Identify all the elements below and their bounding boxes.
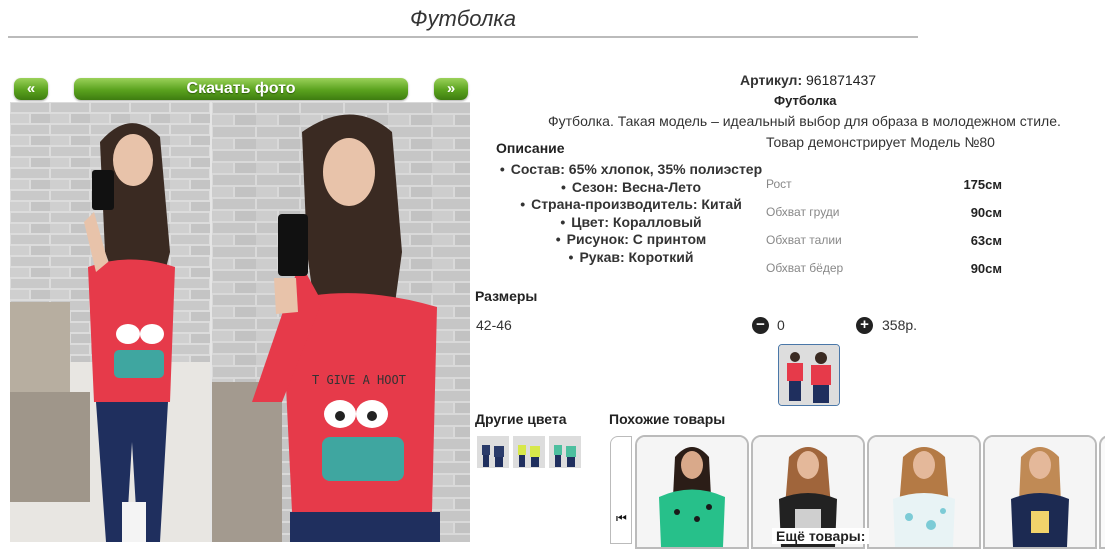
color-variant-thumb[interactable] <box>477 436 509 468</box>
similar-product-card[interactable] <box>635 435 749 549</box>
sizes-heading: Размеры <box>475 288 538 304</box>
quantity-value: 0 <box>777 317 785 333</box>
download-photo-button[interactable]: Скачать фото <box>74 78 408 100</box>
model-note: Товар демонстрирует Модель №80 <box>766 134 995 150</box>
measurement-value: 90см <box>970 261 1002 276</box>
similar-products-heading: Похожие товары <box>609 411 726 427</box>
size-value: 42-46 <box>476 317 512 333</box>
measurement-value: 90см <box>970 205 1002 220</box>
spec-item: Рисунок: С принтом <box>476 231 786 249</box>
color-variant-thumb[interactable] <box>549 436 581 468</box>
product-description: Футболка. Такая модель – идеальный выбор… <box>548 113 1061 129</box>
page-title: Футболка <box>410 6 516 31</box>
measurement-label: Обхват груди <box>766 205 840 219</box>
carousel-first-button[interactable]: ⏮ <box>610 436 632 544</box>
spec-item: Сезон: Весна-Лето <box>476 179 786 197</box>
color-variant-thumb[interactable] <box>513 436 545 468</box>
photo-right-pose: T GIVE A HOOT <box>212 102 470 542</box>
measurement-label: Рост <box>766 177 792 191</box>
decrease-quantity-button[interactable]: − <box>752 317 769 334</box>
prev-photo-button[interactable]: « <box>14 78 48 100</box>
spec-item: Рукав: Короткий <box>476 249 786 267</box>
specs-list: Состав: 65% хлопок, 35% полиэстер Сезон:… <box>476 161 786 266</box>
measurement-row: Обхват бёдер 90см <box>766 261 1002 276</box>
article-label: Артикул: <box>740 72 803 88</box>
measurement-row: Обхват груди 90см <box>766 205 1002 220</box>
measurement-value: 63см <box>970 233 1002 248</box>
spec-item: Состав: 65% хлопок, 35% полиэстер <box>476 161 786 179</box>
article-number: 961871437 <box>806 72 877 88</box>
photo-left-pose <box>10 102 210 542</box>
increase-quantity-button[interactable]: + <box>856 317 873 334</box>
similar-product-card[interactable] <box>867 435 981 549</box>
similar-product-card[interactable] <box>983 435 1097 549</box>
svg-text:T GIVE A HOOT: T GIVE A HOOT <box>312 373 406 387</box>
measurement-label: Обхват талии <box>766 233 842 247</box>
next-photo-button[interactable]: » <box>434 78 468 100</box>
measurement-row: Рост 175см <box>766 177 1002 192</box>
measurement-value: 175см <box>963 177 1002 192</box>
title-divider <box>8 36 918 38</box>
spec-item: Страна-производитель: Китай <box>476 196 786 214</box>
measurement-row: Обхват талии 63см <box>766 233 1002 248</box>
product-name: Футболка <box>774 93 837 108</box>
similar-product-card[interactable] <box>1099 435 1105 549</box>
spec-item: Цвет: Коралловый <box>476 214 786 232</box>
product-thumbnail[interactable] <box>778 344 840 406</box>
measurement-label: Обхват бёдер <box>766 261 844 275</box>
article-line: Артикул: 961871437 <box>740 72 876 88</box>
product-photo[interactable]: T GIVE A HOOT <box>10 102 470 542</box>
specs-heading: Описание <box>496 140 565 156</box>
other-colors-heading: Другие цвета <box>475 411 567 427</box>
price-value: 358р. <box>882 317 918 333</box>
skip-first-icon: ⏮ <box>616 511 627 525</box>
